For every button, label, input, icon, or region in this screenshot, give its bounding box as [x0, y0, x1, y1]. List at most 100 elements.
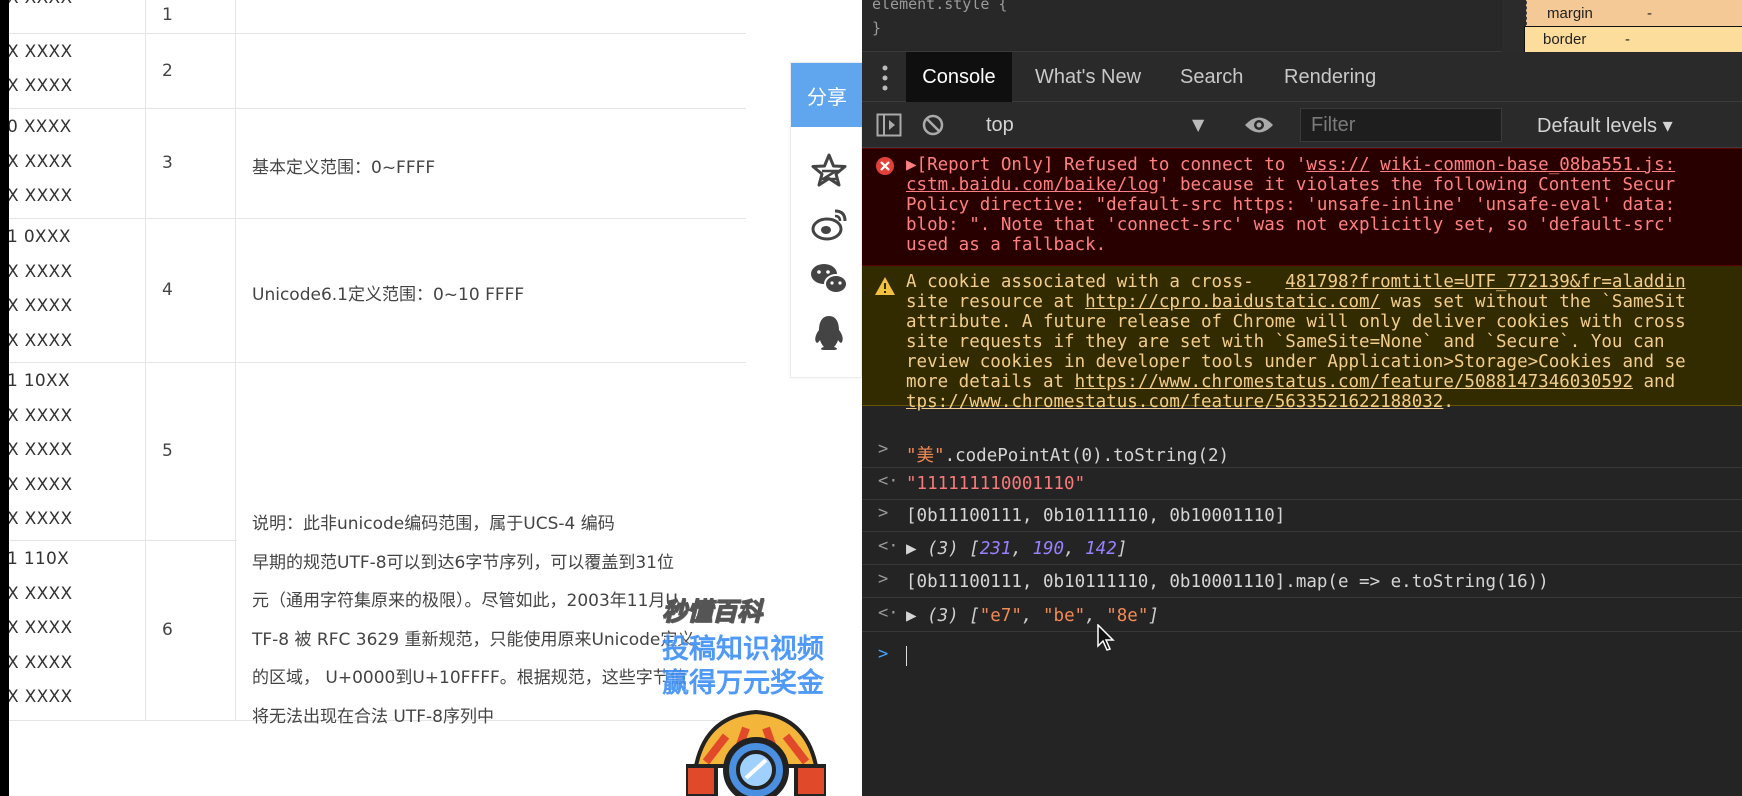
filter-input[interactable] [1301, 109, 1501, 141]
devtools-panel: element.style { } margin - border - Cons… [862, 0, 1742, 796]
live-expression-eye-icon[interactable] [1244, 114, 1274, 136]
qq-penguin-icon[interactable] [809, 313, 849, 353]
bit-pattern: 1 0XXX [7, 227, 71, 247]
filter-box [1300, 108, 1502, 142]
entry-prompt: > [878, 503, 889, 523]
bit-pattern: X XXXX [7, 583, 73, 604]
bit-pattern: X XXXX [7, 261, 73, 282]
tab-whats-new[interactable]: What's New [1020, 52, 1156, 102]
styles-pane: element.style { } margin - border - [862, 0, 1742, 66]
warning-icon [875, 277, 895, 295]
entry-prompt: <· [878, 471, 899, 491]
input-prompt: > [878, 644, 889, 664]
byte-count-cell: 3 [146, 109, 236, 218]
entry-token: .codePointAt(0).toString(2) [944, 446, 1230, 466]
byte-count-cell: 1 [146, 0, 236, 33]
note-line: 将无法出现在合法 UTF-8序列中 [252, 706, 494, 727]
bit-pattern: X XXXX [7, 330, 73, 351]
console-input-caret[interactable] [906, 646, 907, 666]
element-style-open: element.style { [872, 0, 1008, 13]
warning-line: attribute. A future release of Chrome wi… [906, 312, 1686, 332]
entry-token: ▶ [906, 606, 928, 626]
element-style-close: } [872, 19, 882, 37]
table-row: 1 0XXX X XXXX X XXXX X XXXX 4 Unicode6.1定义范围：… [0, 219, 746, 363]
log-levels-dropdown[interactable]: Default levels ▾ [1537, 102, 1673, 148]
byte-count-cell: 2 [146, 34, 236, 108]
console-input-line[interactable]: > [862, 640, 1742, 680]
element-style-rule[interactable]: element.style { } [872, 0, 1007, 40]
entry-token: , [1064, 539, 1086, 559]
bits-cell: X XXXX X XXXX [0, 34, 146, 108]
margin-value: - [1647, 5, 1652, 22]
context-dropdown-arrow-icon[interactable]: ▼ [1192, 115, 1204, 134]
bits-cell: 1 110X X XXXX X XXXX X XXXX X XXXX [0, 541, 146, 720]
console-entry: <· "111111110001110" [862, 469, 1742, 500]
entry-prompt: > [878, 569, 889, 589]
entry-text: "美".codePointAt(0).toString(2) [906, 442, 1229, 467]
tab-search[interactable]: Search [1165, 52, 1258, 102]
clear-console-icon[interactable] [922, 114, 944, 136]
error-line: used as a fallback. [906, 235, 1107, 255]
bit-pattern: X XXXX [7, 652, 73, 673]
note-line: 元（通用字符集原来的极限）。尽管如此，2003年11月U [252, 591, 678, 611]
weibo-icon[interactable] [809, 205, 849, 245]
description-cell [236, 34, 746, 108]
warning-line: more details at https://www.chromestatus… [906, 372, 1676, 392]
error-line: ▶[Report Only] Refused to connect to 'ws… [906, 155, 1676, 175]
byte-count: 5 [162, 441, 173, 461]
share-button[interactable]: 分享 [791, 63, 862, 127]
entry-text: ▶ (3) ["e7", "be", "8e"] [906, 606, 1159, 626]
description-cell [236, 0, 746, 33]
warning-line: site requests if they are set with `Same… [906, 332, 1665, 352]
wechat-icon[interactable] [809, 259, 849, 299]
range-description: 基本定义范围：0~FFFF [252, 158, 436, 178]
watermark-line-2: 赢得万元奖金 [662, 668, 824, 699]
note-line: 早期的规范UTF-8可以到达6字节序列，可以覆盖到31位 [252, 552, 675, 573]
byte-count: 1 [162, 5, 173, 25]
bit-pattern: X XXXX [7, 76, 73, 96]
warning-line: review cookies in developer tools under … [906, 352, 1686, 372]
bits-cell: X XXXX [0, 0, 146, 33]
warning-line: site resource at http://cpro.baidustatic… [906, 292, 1686, 312]
box-model-diagram: margin - border - [1502, 0, 1742, 66]
tab-rendering[interactable]: Rendering [1269, 52, 1391, 102]
console-entry: > [0b11100111, 0b10111110, 0b10001110] [862, 501, 1742, 532]
bit-pattern: X XXXX [7, 405, 73, 426]
entry-token: 142 [1085, 539, 1117, 559]
context-selector[interactable]: top [986, 102, 1014, 148]
margin-label: margin [1547, 5, 1593, 22]
console-entry: > "美".codePointAt(0).toString(2) [862, 437, 1742, 468]
entry-prompt: > [878, 439, 889, 459]
more-options-icon[interactable] [882, 65, 888, 91]
console-entry: <· ▶ (3) [231, 190, 142] [862, 534, 1742, 565]
error-text: ▶[Report Only] Refused to connect to 'ws… [906, 155, 1675, 255]
description-cell: 基本定义范围：0~FFFF [236, 109, 746, 218]
bit-pattern: X XXXX [7, 296, 73, 316]
window-edge [0, 0, 9, 796]
bit-pattern: X XXXX [7, 42, 73, 62]
entry-token: ▶ [906, 539, 928, 559]
console-entry: <· ▶ (3) ["e7", "be", "8e"] [862, 601, 1742, 632]
entry-token: "8e" [1106, 606, 1149, 626]
qzone-star-icon[interactable] [809, 151, 849, 191]
note-line: 的区域， U+0000到U+10FFFF。根据规范，这些字节值 [252, 668, 687, 688]
tab-console[interactable]: Console [906, 52, 1012, 102]
entry-token: (3) [ [927, 606, 980, 626]
entry-token: [0b11100111, 0b10111110, 0b10001110] [906, 506, 1286, 526]
entry-token: [0b11100111, 0b10111110, 0b10001110].map… [906, 572, 1549, 592]
bit-pattern: X XXXX [7, 474, 73, 495]
sidebar-toggle-icon[interactable] [876, 113, 902, 137]
description-cell: Unicode6.1定义范围：0~10 FFFF [236, 219, 746, 362]
entry-token: "e7" [979, 606, 1022, 626]
byte-count-cell: 5 [146, 363, 236, 540]
table-row: X XXXX X XXXX 2 [0, 34, 746, 109]
watermark-logo-icon [686, 709, 826, 796]
bit-pattern: X XXXX [7, 151, 73, 172]
bit-pattern: X XXXX [7, 509, 73, 529]
bit-pattern: X XXXX [7, 618, 73, 638]
entry-token: (3) [ [927, 539, 980, 559]
bit-pattern: X XXXX [7, 440, 73, 460]
byte-count-cell: 6 [146, 541, 236, 720]
bits-cell: 1 10XX X XXXX X XXXX X XXXX X XXXX [0, 363, 146, 540]
entry-token: , [1085, 606, 1107, 626]
